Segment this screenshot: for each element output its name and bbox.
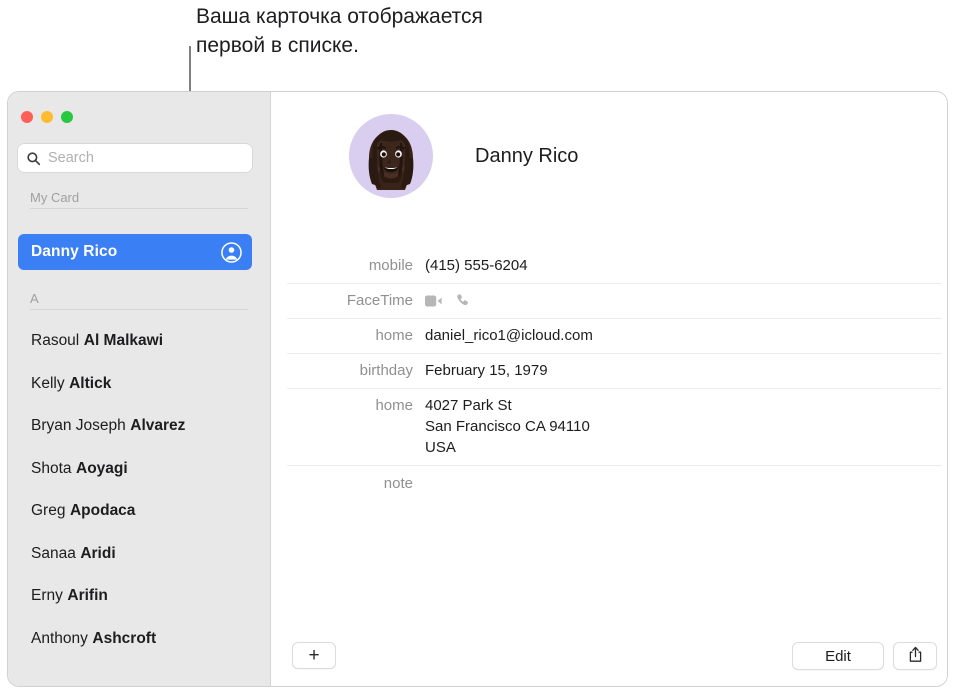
section-header-alpha: A xyxy=(30,291,248,310)
video-camera-icon[interactable] xyxy=(425,274,442,328)
search-field[interactable] xyxy=(18,144,252,172)
field-address-home: home 4027 Park St San Francisco CA 94110… xyxy=(287,389,942,466)
contact-first-name: Shota xyxy=(31,459,72,477)
field-label: home xyxy=(375,397,413,414)
contact-first-name: Greg xyxy=(31,502,66,520)
list-item[interactable]: Shota Aoyagi xyxy=(8,448,270,491)
bottom-toolbar: + Edit xyxy=(271,630,947,686)
callout-text: Ваша карточка отображается первой в спис… xyxy=(196,5,483,57)
search-icon xyxy=(26,151,41,166)
zoom-button[interactable] xyxy=(61,111,73,123)
window-controls xyxy=(21,111,73,123)
contact-fields: mobile (415) 555-6204 FaceTime home dani… xyxy=(287,249,942,501)
contact-first-name: Anthony xyxy=(31,629,88,647)
field-label: birthday xyxy=(359,362,413,379)
share-button[interactable] xyxy=(893,642,937,670)
list-item[interactable]: Anthony Ashcroft xyxy=(8,618,270,661)
field-value xyxy=(425,290,470,311)
field-value[interactable]: February 15, 1979 xyxy=(425,360,548,381)
field-facetime: FaceTime xyxy=(287,284,942,319)
field-email-home: home daniel_rico1@icloud.com xyxy=(287,319,942,354)
contact-first-name: Erny xyxy=(31,587,63,605)
contact-last-name: Aoyagi xyxy=(76,459,128,477)
contact-first-name: Kelly xyxy=(31,374,65,392)
contact-last-name: Alvarez xyxy=(130,417,186,435)
search-input[interactable] xyxy=(48,150,244,166)
list-item[interactable]: Rasoul Al Malkawi xyxy=(8,320,270,363)
contact-list: Rasoul Al Malkawi Kelly Altick Bryan Jos… xyxy=(8,320,270,660)
avatar[interactable] xyxy=(349,114,433,198)
section-header-my-card: My Card xyxy=(30,190,248,209)
edit-button-label: Edit xyxy=(825,647,851,665)
close-button[interactable] xyxy=(21,111,33,123)
field-birthday: birthday February 15, 1979 xyxy=(287,354,942,389)
minimize-button[interactable] xyxy=(41,111,53,123)
field-mobile: mobile (415) 555-6204 xyxy=(287,249,942,284)
contact-first-name: Sanaa xyxy=(31,544,76,562)
contact-last-name: Apodaca xyxy=(69,502,136,520)
field-label: note xyxy=(383,475,413,492)
field-value[interactable]: daniel_rico1@icloud.com xyxy=(425,325,593,346)
field-label: FaceTime xyxy=(346,292,413,309)
contact-detail-pane: Danny Rico mobile (415) 555-6204 FaceTim… xyxy=(271,92,947,686)
add-contact-button[interactable]: + xyxy=(292,642,336,669)
list-item[interactable]: Erny Arifin xyxy=(8,575,270,618)
list-item[interactable]: Sanaa Aridi xyxy=(8,533,270,576)
my-card-name: Danny Rico xyxy=(31,243,118,260)
contacts-app-screenshot: Ваша карточка отображается первой в спис… xyxy=(0,0,955,692)
sidebar: My Card Danny Rico A Rasoul Al Malkawi xyxy=(8,92,271,686)
field-note: note xyxy=(287,466,942,501)
contacts-window: My Card Danny Rico A Rasoul Al Malkawi xyxy=(8,92,947,686)
field-label: mobile xyxy=(368,257,413,274)
contact-last-name: Arifin xyxy=(67,587,108,605)
person-circle-icon xyxy=(221,241,242,263)
contact-last-name: Al Malkawi xyxy=(83,332,163,350)
share-icon xyxy=(908,646,923,667)
list-item[interactable]: Kelly Altick xyxy=(8,363,270,406)
contact-header: Danny Rico xyxy=(349,114,578,198)
edit-button[interactable]: Edit xyxy=(792,642,884,670)
phone-icon[interactable] xyxy=(455,272,470,329)
contact-last-name: Aridi xyxy=(80,544,116,562)
field-value[interactable]: 4027 Park St San Francisco CA 94110 USA xyxy=(425,395,590,458)
plus-icon: + xyxy=(308,645,320,666)
contact-name: Danny Rico xyxy=(475,144,579,167)
contact-first-name: Rasoul xyxy=(31,332,80,350)
contact-last-name: Altick xyxy=(69,374,112,392)
list-item[interactable]: Bryan Joseph Alvarez xyxy=(8,405,270,448)
contact-first-name: Bryan Joseph xyxy=(31,417,126,435)
contact-last-name: Ashcroft xyxy=(92,629,157,647)
sidebar-item-my-card[interactable]: Danny Rico xyxy=(18,234,252,270)
field-label: home xyxy=(375,327,413,344)
list-item[interactable]: Greg Apodaca xyxy=(8,490,270,533)
